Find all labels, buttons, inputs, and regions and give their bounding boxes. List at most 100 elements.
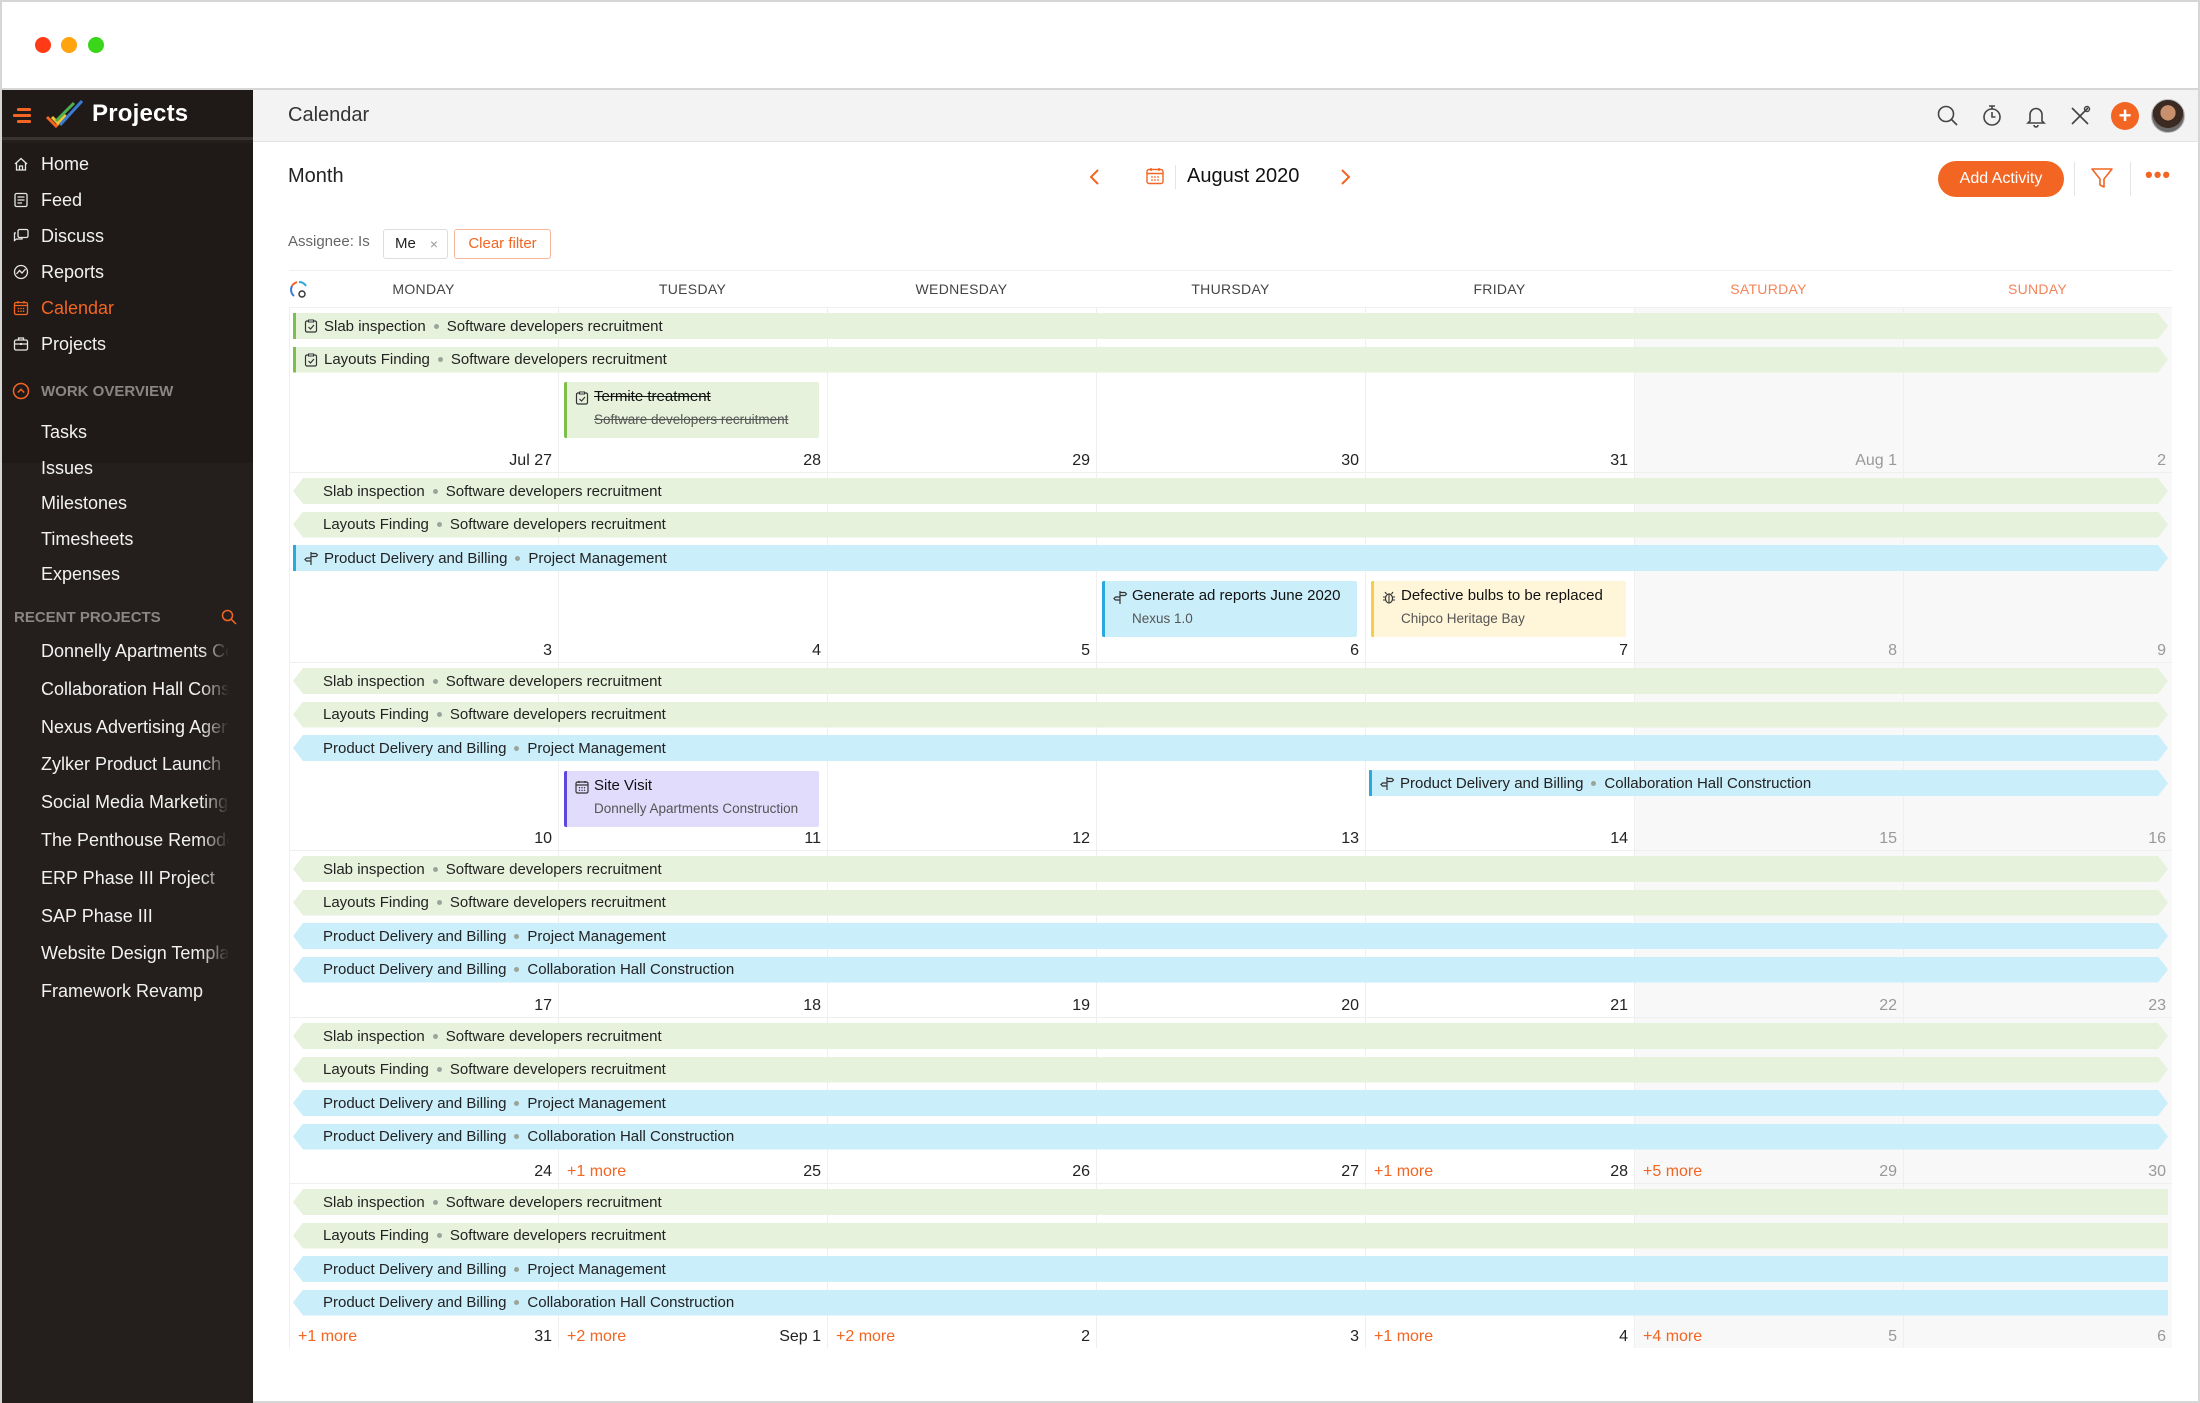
date-number[interactable]: Aug 1 — [1855, 452, 1897, 470]
hamburger-menu-icon[interactable] — [13, 108, 31, 123]
assignee-filter-chip[interactable]: Me × — [383, 229, 448, 259]
sidebar-item-calendar[interactable]: Calendar — [2, 291, 253, 325]
date-number[interactable]: 27 — [1341, 1163, 1359, 1181]
sidebar-item-discuss[interactable]: Discuss — [2, 219, 253, 253]
close-window-button[interactable] — [35, 37, 51, 53]
filter-icon[interactable] — [2089, 165, 2115, 191]
date-number[interactable]: 18 — [803, 997, 821, 1015]
task-bar[interactable]: Layouts Finding Software developers recru… — [293, 702, 2168, 728]
more-events-link[interactable]: +1 more — [1374, 1328, 1433, 1346]
task-bar[interactable]: Slab inspection Software developers recru… — [293, 668, 2168, 694]
more-events-link[interactable]: +2 more — [567, 1328, 626, 1346]
clear-filter-button[interactable]: Clear filter — [454, 229, 551, 259]
task-bar[interactable]: Slab inspection Software developers recru… — [293, 1189, 2168, 1215]
date-number[interactable]: Jul 27 — [509, 452, 552, 470]
task-bar[interactable]: Slab inspection Software developers recru… — [293, 313, 2168, 339]
view-mode-label[interactable]: Month — [288, 165, 344, 188]
date-number[interactable]: 28 — [803, 452, 821, 470]
add-activity-button[interactable]: Add Activity — [1938, 161, 2064, 197]
milestone-bar[interactable]: Product Delivery and Billing Project Mana… — [293, 545, 2168, 571]
date-number[interactable]: 29 — [1072, 452, 1090, 470]
date-number[interactable]: 8 — [1888, 642, 1897, 660]
recent-project-item[interactable]: Website Design Template — [41, 943, 229, 975]
date-number[interactable]: 25 — [803, 1163, 821, 1181]
date-number[interactable]: 31 — [534, 1328, 552, 1346]
sidebar-item-home[interactable]: Home — [2, 147, 253, 181]
task-bar[interactable]: Slab inspection Software developers recru… — [293, 856, 2168, 882]
date-number[interactable]: 29 — [1879, 1163, 1897, 1181]
date-number[interactable]: 20 — [1341, 997, 1359, 1015]
date-number[interactable]: 13 — [1341, 830, 1359, 848]
date-picker-icon[interactable] — [1145, 166, 1165, 186]
date-number[interactable]: 3 — [1350, 1328, 1359, 1346]
recent-project-item[interactable]: Donnelly Apartments Construction — [41, 641, 229, 673]
milestone-bar[interactable]: Product Delivery and Billing Collaboratio… — [293, 1124, 2168, 1150]
date-number[interactable]: 23 — [2148, 997, 2166, 1015]
collapse-chevron-icon[interactable] — [12, 382, 30, 400]
recent-project-item[interactable]: Zylker Product Launch — [41, 754, 229, 786]
search-icon[interactable] — [1934, 102, 1962, 130]
sidebar-item-projects[interactable]: Projects — [2, 327, 253, 361]
recent-project-item[interactable]: Collaboration Hall Construction — [41, 679, 229, 711]
date-number[interactable]: 26 — [1072, 1163, 1090, 1181]
recent-project-item[interactable]: Framework Revamp — [41, 981, 229, 1013]
date-number[interactable]: 2 — [1081, 1328, 1090, 1346]
milestone-bar[interactable]: Product Delivery and Billing Collaboratio… — [1369, 770, 2168, 796]
date-number[interactable]: 28 — [1610, 1163, 1628, 1181]
recent-project-item[interactable]: The Penthouse Remodel — [41, 830, 229, 862]
more-events-link[interactable]: +2 more — [836, 1328, 895, 1346]
date-number[interactable]: 16 — [2148, 830, 2166, 848]
task-bar[interactable]: Layouts Finding Software developers recru… — [293, 890, 2168, 916]
sidebar-item-timesheets[interactable]: Timesheets — [41, 529, 241, 561]
task-bar[interactable]: Layouts Finding Software developers recru… — [293, 1057, 2168, 1083]
date-number[interactable]: 17 — [534, 997, 552, 1015]
date-number[interactable]: 31 — [1610, 452, 1628, 470]
date-number[interactable]: 10 — [534, 830, 552, 848]
sidebar-item-tasks[interactable]: Tasks — [41, 422, 241, 454]
task-card[interactable]: Termite treatment Software developers rec… — [564, 382, 819, 438]
more-events-link[interactable]: +1 more — [298, 1328, 357, 1346]
task-bar[interactable]: Slab inspection Software developers recru… — [293, 478, 2168, 504]
recent-project-item[interactable]: SAP Phase III — [41, 906, 229, 938]
recent-project-item[interactable]: ERP Phase III Project — [41, 868, 229, 900]
date-number[interactable]: 11 — [804, 830, 821, 848]
minimize-window-button[interactable] — [61, 37, 77, 53]
date-number[interactable]: 4 — [812, 642, 821, 660]
sidebar-item-milestones[interactable]: Milestones — [41, 493, 241, 525]
milestone-card[interactable]: Generate ad reports June 2020 Nexus 1.0 — [1102, 580, 1357, 637]
next-month-button[interactable] — [1335, 163, 1355, 191]
maximize-window-button[interactable] — [88, 37, 104, 53]
tools-icon[interactable] — [2066, 102, 2094, 130]
date-number[interactable]: 21 — [1610, 997, 1628, 1015]
date-number[interactable]: 2 — [2157, 452, 2166, 470]
more-events-link[interactable]: +1 more — [1374, 1163, 1433, 1181]
date-number[interactable]: 9 — [2157, 642, 2166, 660]
date-number[interactable]: 30 — [2148, 1163, 2166, 1181]
recent-project-item[interactable]: Nexus Advertising Agency — [41, 717, 229, 749]
more-events-link[interactable]: +1 more — [567, 1163, 626, 1181]
milestone-bar[interactable]: Product Delivery and Billing Project Mana… — [293, 923, 2168, 949]
date-number[interactable]: 19 — [1072, 997, 1090, 1015]
milestone-bar[interactable]: Product Delivery and Billing Project Mana… — [293, 1090, 2168, 1116]
task-bar[interactable]: Layouts Finding Software developers recru… — [293, 347, 2168, 373]
date-number[interactable]: 24 — [534, 1163, 552, 1181]
issue-card[interactable]: Defective bulbs to be replaced Chipco Her… — [1371, 580, 1626, 637]
sidebar-item-issues[interactable]: Issues — [41, 458, 241, 490]
more-events-link[interactable]: +5 more — [1643, 1163, 1702, 1181]
search-projects-icon[interactable] — [221, 609, 237, 625]
date-number[interactable]: 30 — [1341, 452, 1359, 470]
work-overview-header[interactable]: WORK OVERVIEW — [2, 376, 253, 406]
bell-icon[interactable] — [2022, 102, 2050, 130]
date-number[interactable]: 6 — [2157, 1328, 2166, 1346]
date-number[interactable]: 14 — [1610, 830, 1628, 848]
date-number[interactable]: 5 — [1888, 1328, 1897, 1346]
recent-project-item[interactable]: Social Media Marketing — [41, 792, 229, 824]
date-number[interactable]: 4 — [1619, 1328, 1628, 1346]
date-number[interactable]: 12 — [1072, 830, 1090, 848]
date-number[interactable]: Sep 1 — [779, 1328, 821, 1346]
task-bar[interactable]: Layouts Finding Software developers recru… — [293, 1222, 2168, 1249]
quick-add-button[interactable]: + — [2111, 102, 2139, 130]
milestone-bar[interactable]: Product Delivery and Billing Project Mana… — [293, 735, 2168, 761]
more-events-link[interactable]: +4 more — [1643, 1328, 1702, 1346]
task-bar[interactable]: Layouts Finding Software developers recru… — [293, 512, 2168, 538]
